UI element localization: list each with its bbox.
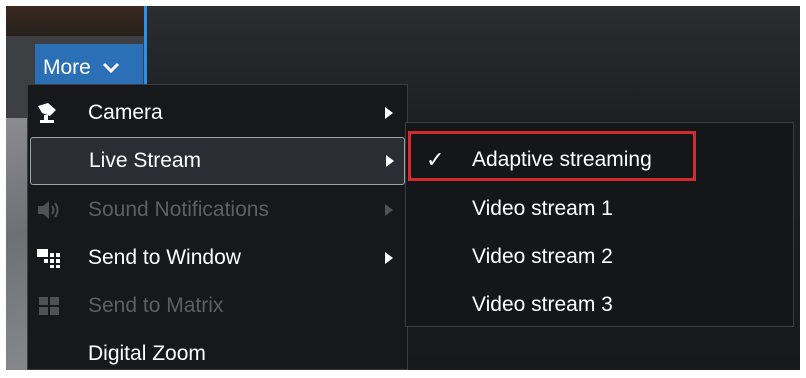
menu-item-digital-zoom[interactable]: Digital Zoom (28, 330, 407, 378)
menu-item-label: Live Stream (89, 149, 202, 172)
menu-item-label: Send to Window (88, 246, 241, 269)
submenu-item-video-stream-1[interactable]: Video stream 1 (406, 185, 793, 233)
submenu-item-video-stream-2[interactable]: Video stream 2 (406, 233, 793, 281)
submenu-arrow-icon (385, 252, 393, 264)
submenu-item-adaptive-streaming[interactable]: ✓ Adaptive streaming (406, 136, 793, 184)
more-context-menu: Camera Live Stream Sound Notifications S… (27, 84, 408, 370)
speaker-icon (34, 195, 64, 225)
submenu-arrow-icon (385, 204, 393, 216)
camera-frame-top (6, 6, 144, 36)
submenu-arrow-icon (385, 107, 393, 119)
camera-icon (34, 98, 64, 128)
matrix-grid-icon (34, 291, 64, 321)
menu-item-label: Sound Notifications (88, 198, 269, 221)
submenu-arrow-icon (386, 155, 394, 167)
menu-item-live-stream[interactable]: Live Stream (30, 137, 405, 185)
menu-item-label: Camera (88, 101, 163, 124)
menu-item-label: Digital Zoom (88, 342, 206, 365)
menu-item-send-to-window[interactable]: Send to Window (28, 234, 407, 282)
menu-item-camera[interactable]: Camera (28, 89, 407, 137)
menu-item-send-to-matrix: Send to Matrix (28, 282, 407, 330)
live-stream-submenu: ✓ Adaptive streaming Video stream 1 Vide… (405, 122, 794, 327)
submenu-item-label: Video stream 2 (472, 245, 613, 268)
menu-item-sound-notifications: Sound Notifications (28, 186, 407, 234)
submenu-item-label: Adaptive streaming (472, 148, 652, 171)
send-to-window-icon (34, 243, 64, 273)
submenu-item-label: Video stream 1 (472, 197, 613, 220)
checkmark-icon: ✓ (426, 147, 445, 172)
submenu-item-video-stream-3[interactable]: Video stream 3 (406, 281, 793, 329)
menu-item-label: Send to Matrix (88, 294, 224, 317)
chevron-down-icon (102, 62, 119, 74)
submenu-item-label: Video stream 3 (472, 293, 613, 316)
